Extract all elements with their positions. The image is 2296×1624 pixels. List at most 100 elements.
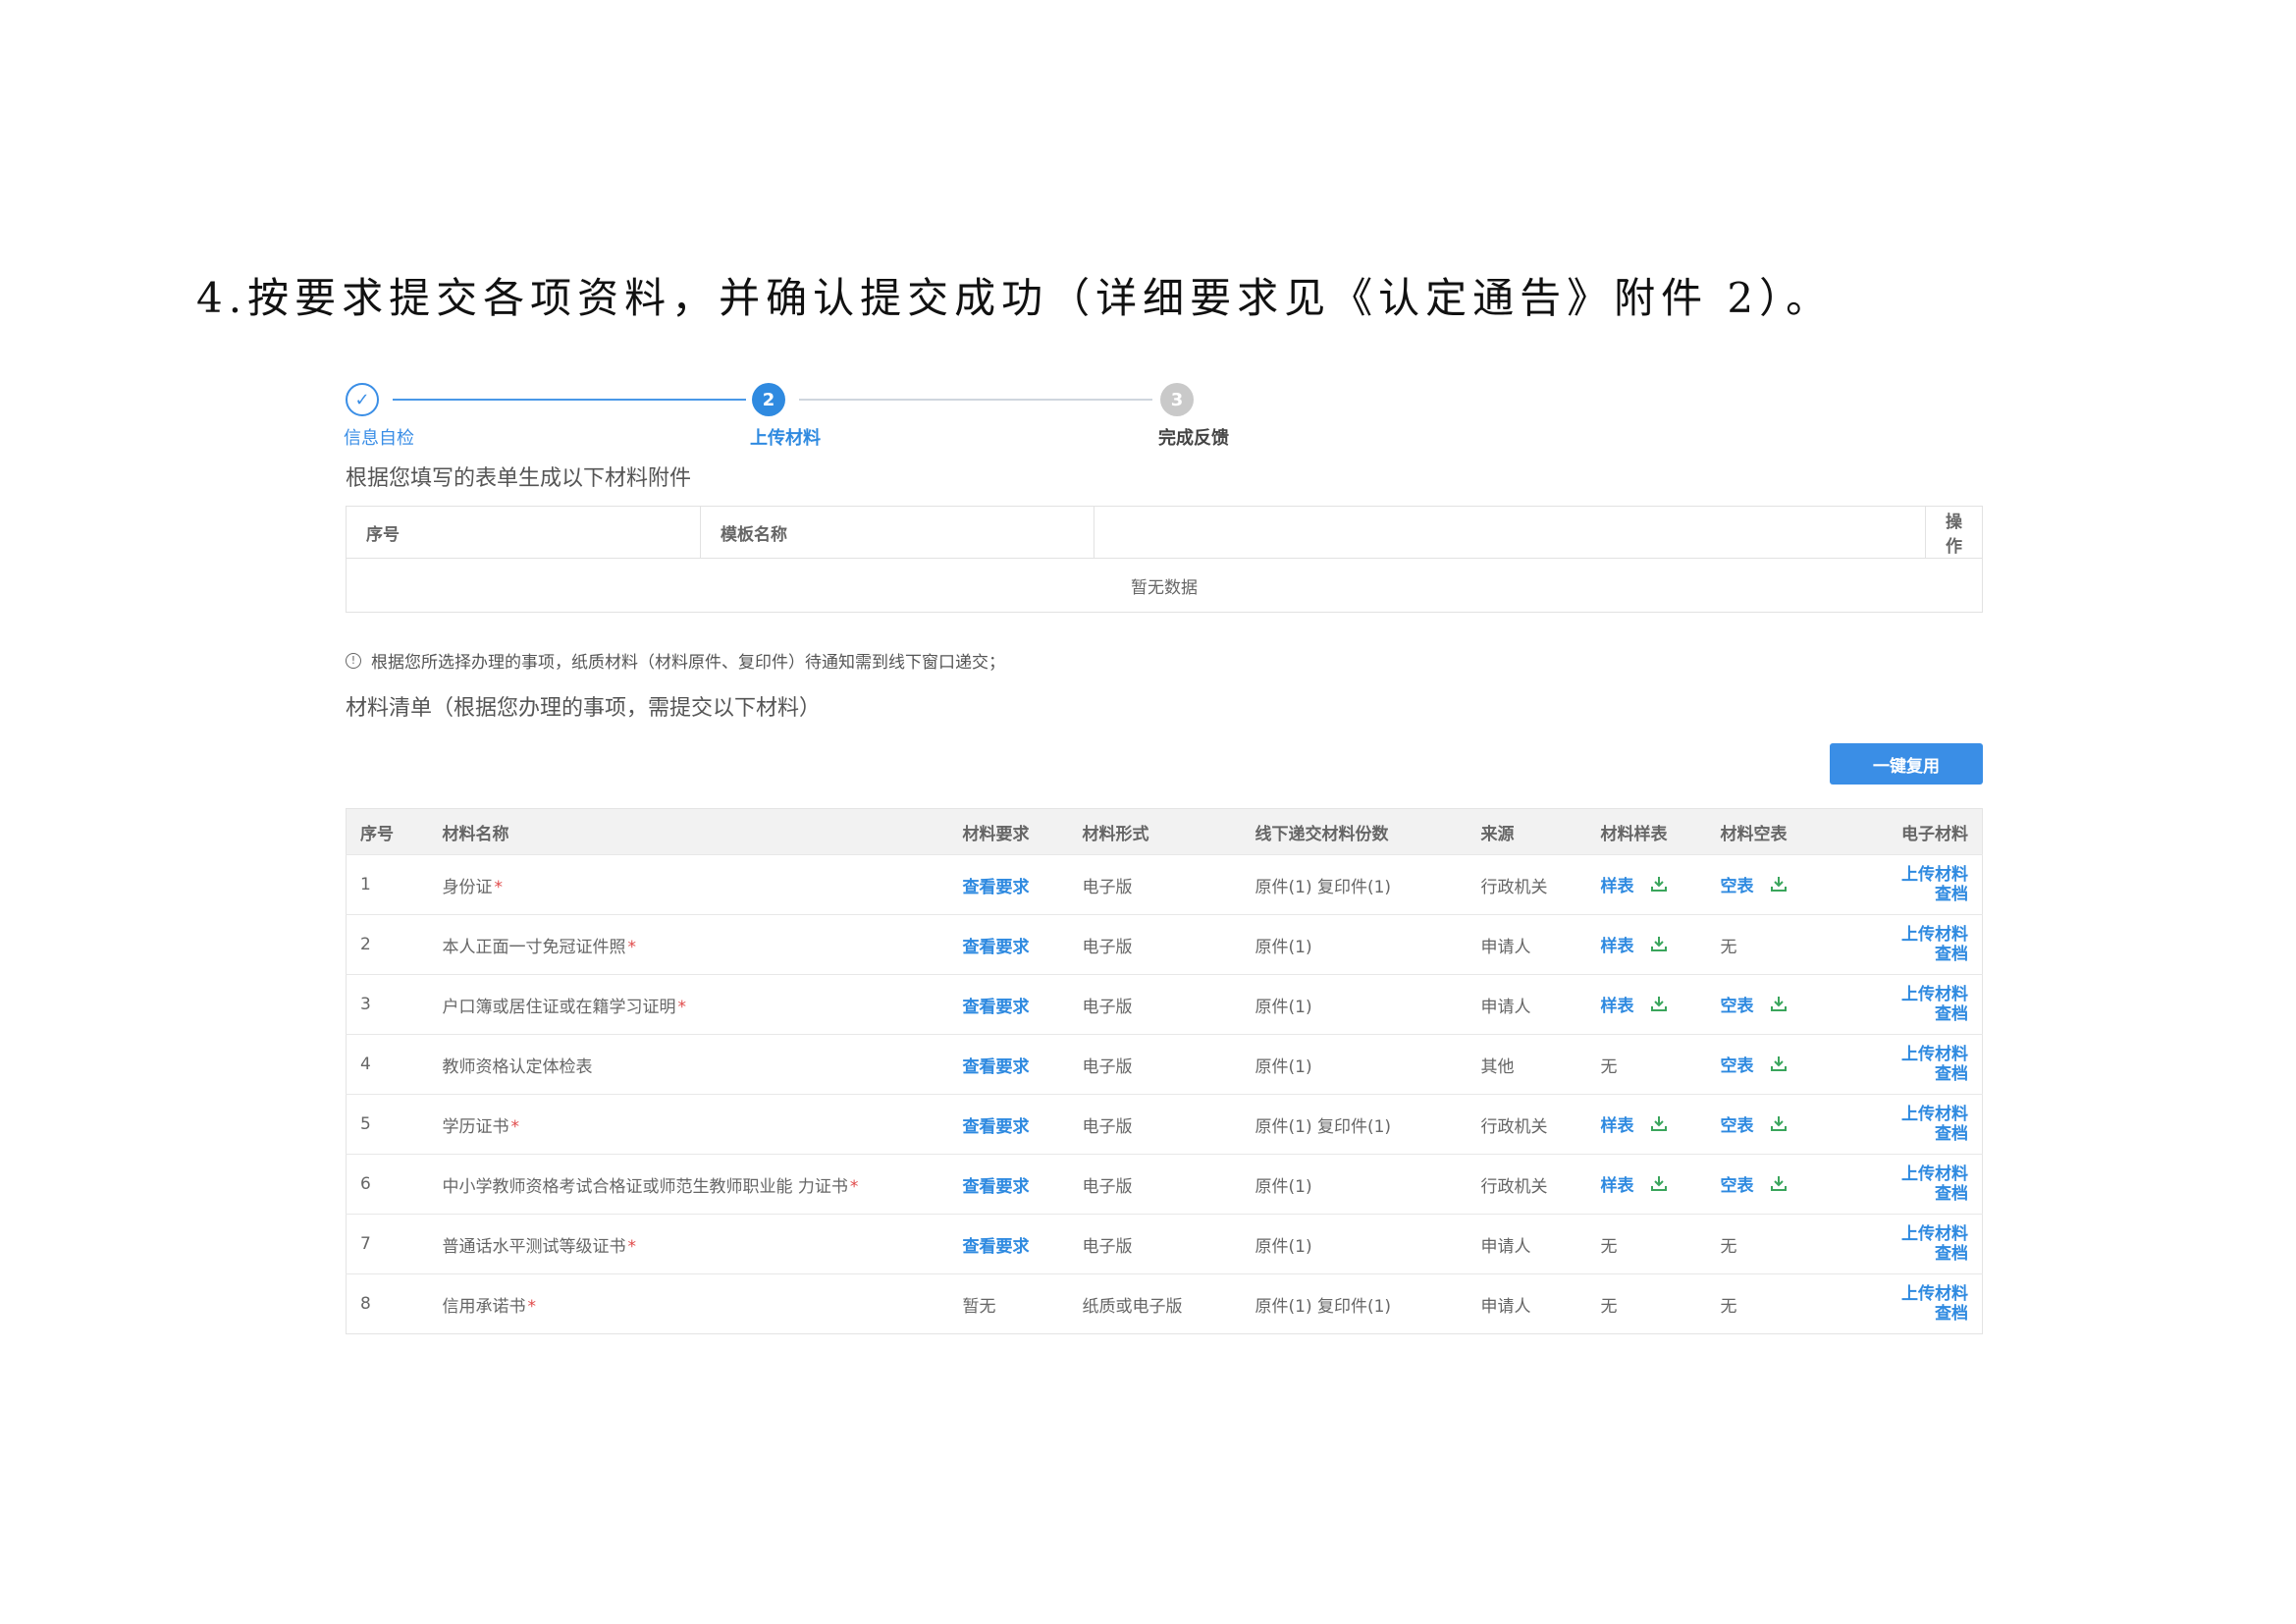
table-row: 6 中小学教师资格考试合格证或师范生教师职业能 力证书 * 查看要求 电子版 原件(1) 行… (346, 1154, 1983, 1215)
table-row: 2 本人正面一寸免冠证件照 * 查看要求 电子版 原件(1) 申请人 样表 无 上传材料 查档 (346, 914, 1983, 975)
upload-material-link[interactable]: 上传材料 (1841, 985, 1968, 1004)
row-number: 4 (360, 1055, 371, 1074)
material-source: 其他 (1480, 1056, 1515, 1077)
upload-material-link[interactable]: 上传材料 (1841, 1105, 1968, 1124)
template-table: 序号 模板名称 操作 暂无数据 (346, 506, 1983, 613)
view-archive-link[interactable]: 查档 (1841, 1004, 1968, 1024)
blank-form-link[interactable]: 空表 (1721, 997, 1754, 1016)
material-name: 本人正面一寸免冠证件照 (442, 937, 626, 957)
view-archive-link[interactable]: 查档 (1841, 1124, 1968, 1144)
download-icon[interactable] (1650, 875, 1668, 897)
download-icon[interactable] (1770, 1055, 1788, 1077)
download-icon[interactable] (1650, 1174, 1668, 1197)
step-number: 2 (752, 383, 785, 416)
required-marker: * (849, 1176, 859, 1197)
sample-link[interactable]: 样表 (1601, 1176, 1634, 1196)
upload-material-link[interactable]: 上传材料 (1841, 1284, 1968, 1304)
materials-section-title: 材料清单（根据您办理的事项，需提交以下材料） (346, 696, 822, 721)
step-feedback[interactable]: 3 完成反馈 (1158, 383, 1229, 450)
column-header: 电子材料 (1901, 824, 1968, 844)
download-icon[interactable] (1770, 1114, 1788, 1137)
upload-material-link[interactable]: 上传材料 (1841, 1224, 1968, 1244)
material-source: 行政机关 (1480, 1116, 1548, 1137)
upload-material-link[interactable]: 上传材料 (1841, 1045, 1968, 1064)
material-form: 电子版 (1082, 877, 1133, 897)
table-row: 5 学历证书 * 查看要求 电子版 原件(1) 复印件(1) 行政机关 样表 空表 上传材料 查档 (346, 1094, 1983, 1155)
material-form: 纸质或电子版 (1082, 1296, 1183, 1317)
download-icon[interactable] (1770, 1174, 1788, 1197)
upload-material-link[interactable]: 上传材料 (1841, 865, 1968, 885)
view-requirement-link[interactable]: 查看要求 (963, 1177, 1030, 1197)
material-source: 行政机关 (1480, 877, 1548, 897)
table-row: 1 身份证 * 查看要求 电子版 原件(1) 复印件(1) 行政机关 样表 空表 上传材料 查档 (346, 854, 1983, 915)
view-requirement-link[interactable]: 查看要求 (963, 1237, 1030, 1257)
row-number: 7 (360, 1234, 371, 1254)
column-header: 序号 (360, 824, 394, 844)
document-heading: 4.按要求提交各项资料，并确认提交成功（详细要求见《认定通告》附件 2）。 (196, 274, 1834, 322)
offline-copies: 原件(1) 复印件(1) (1255, 1116, 1392, 1137)
blank-form-none: 无 (1720, 1236, 1737, 1257)
view-requirement-link[interactable]: 查看要求 (963, 998, 1030, 1017)
sample-link[interactable]: 样表 (1601, 997, 1634, 1016)
step-self-check[interactable]: ✓ 信息自检 (344, 383, 414, 450)
template-section-title: 根据您填写的表单生成以下材料附件 (346, 466, 692, 491)
column-header: 序号 (346, 506, 701, 559)
material-source: 行政机关 (1480, 1176, 1548, 1197)
view-archive-link[interactable]: 查档 (1841, 1064, 1968, 1084)
row-number: 5 (360, 1114, 371, 1134)
blank-form-link[interactable]: 空表 (1721, 1056, 1754, 1076)
paper-notice: ! 根据您所选择办理的事项，纸质材料（材料原件、复印件）待通知需到线下窗口递交； (346, 648, 1983, 673)
step-upload[interactable]: 2 上传材料 (750, 383, 821, 450)
download-icon[interactable] (1650, 1114, 1668, 1137)
view-archive-link[interactable]: 查档 (1841, 1244, 1968, 1264)
blank-form-link[interactable]: 空表 (1721, 1176, 1754, 1196)
offline-copies: 原件(1) (1255, 1176, 1312, 1197)
upload-material-link[interactable]: 上传材料 (1841, 1164, 1968, 1184)
upload-material-link[interactable]: 上传材料 (1841, 925, 1968, 945)
view-requirement-link[interactable]: 查看要求 (963, 1117, 1030, 1137)
blank-form-link[interactable]: 空表 (1721, 1116, 1754, 1136)
view-archive-link[interactable]: 查档 (1841, 1184, 1968, 1204)
blank-form-link[interactable]: 空表 (1721, 877, 1754, 896)
view-archive-link[interactable]: 查档 (1841, 945, 1968, 964)
row-number: 3 (360, 995, 371, 1014)
sample-link[interactable]: 样表 (1601, 877, 1634, 896)
view-requirement-link[interactable]: 查看要求 (963, 1057, 1030, 1077)
material-form: 电子版 (1082, 997, 1133, 1017)
download-icon[interactable] (1770, 995, 1788, 1017)
row-number: 1 (360, 875, 371, 894)
step-connector (799, 399, 1152, 401)
reuse-all-button[interactable]: 一键复用 (1830, 743, 1983, 785)
offline-copies: 原件(1) 复印件(1) (1255, 877, 1392, 897)
material-source: 申请人 (1480, 1296, 1531, 1317)
sample-none: 无 (1600, 1236, 1618, 1257)
offline-copies: 原件(1) (1255, 997, 1312, 1017)
required-marker: * (627, 937, 637, 957)
material-source: 申请人 (1480, 1236, 1531, 1257)
material-name: 教师资格认定体检表 (442, 1056, 593, 1077)
required-marker: * (677, 997, 687, 1017)
view-requirement-link[interactable]: 查看要求 (963, 878, 1030, 897)
download-icon[interactable] (1770, 875, 1788, 897)
download-icon[interactable] (1650, 935, 1668, 957)
view-archive-link[interactable]: 查档 (1841, 1304, 1968, 1324)
offline-copies: 原件(1) 复印件(1) (1255, 1296, 1392, 1317)
step-label: 信息自检 (344, 428, 414, 449)
download-icon[interactable] (1650, 995, 1668, 1017)
sample-link[interactable]: 样表 (1601, 1116, 1634, 1136)
column-header (1094, 506, 1926, 559)
column-header: 材料要求 (962, 824, 1030, 844)
blank-form-none: 无 (1720, 1296, 1737, 1317)
offline-copies: 原件(1) (1255, 1236, 1312, 1257)
view-requirement-link[interactable]: 查看要求 (963, 938, 1030, 957)
material-form: 电子版 (1082, 1236, 1133, 1257)
sample-link[interactable]: 样表 (1601, 937, 1634, 956)
material-name: 学历证书 (442, 1116, 509, 1137)
step-connector (393, 399, 746, 401)
material-name: 信用承诺书 (442, 1296, 526, 1317)
view-archive-link[interactable]: 查档 (1841, 885, 1968, 904)
table-row: 8 信用承诺书 * 暂无 纸质或电子版 原件(1) 复印件(1) 申请人 无 无 上传材料 查档 (346, 1273, 1983, 1334)
sample-none: 无 (1600, 1296, 1618, 1317)
material-name: 普通话水平测试等级证书 (442, 1236, 626, 1257)
column-header: 线下递交材料份数 (1255, 824, 1389, 844)
